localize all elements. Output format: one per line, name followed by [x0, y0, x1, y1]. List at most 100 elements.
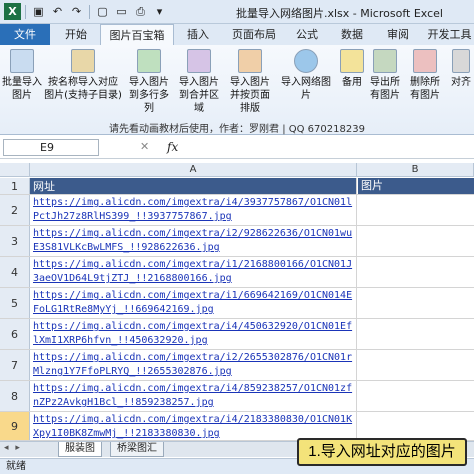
picture-cell[interactable] [357, 195, 474, 225]
redo-icon[interactable]: ↷ [68, 3, 85, 20]
tab-developer[interactable]: 开发工具 [425, 24, 474, 45]
import-by-name-button[interactable]: 按名称导入对应图片(支持子目录) [44, 49, 122, 102]
tab-formulas[interactable]: 公式 [290, 24, 324, 45]
button-label: 导入图片并按页面排版 [230, 77, 270, 114]
button-label: 对齐 [451, 77, 471, 88]
ribbon-author-note: 请先看动画教材后使用，作者：罗刚君 | QQ 670218239 [109, 124, 365, 135]
formula-bar: E9 ✕ fx [0, 137, 474, 159]
quick-access-toolbar: X ▣ ↶ ↷ ▢ ▭ ⎙ ▾ [4, 3, 168, 20]
print-preview-icon[interactable]: ⎙ [132, 3, 149, 20]
customize-qat-icon[interactable]: ▾ [151, 3, 168, 20]
batch-import-button[interactable]: 批量导入图片 [2, 49, 42, 102]
button-label: 导入图片到合并区域 [179, 77, 219, 114]
tab-insert[interactable]: 插入 [180, 24, 216, 45]
sheet-tab-clothing[interactable]: 服装图 [58, 442, 102, 457]
sheet-nav-arrows-icon[interactable]: ◂ ▸ [4, 443, 22, 453]
import-merged-button[interactable]: 导入图片到合并区域 [176, 49, 222, 115]
url-cell[interactable]: https://img.alicdn.com/imgextra/i4/85923… [30, 381, 357, 411]
table-row: 8 https://img.alicdn.com/imgextra/i4/859… [0, 381, 474, 412]
import-multi-rows-button[interactable]: 导入图片到多行多列 [126, 49, 172, 115]
excel-logo-icon[interactable]: X [4, 3, 21, 20]
picture-cell[interactable] [357, 257, 474, 287]
table-row: 3 https://img.alicdn.com/imgextra/i2/928… [0, 226, 474, 257]
insert-function-icon[interactable]: fx [167, 140, 178, 154]
url-cell[interactable]: https://img.alicdn.com/imgextra/i2/92862… [30, 226, 357, 256]
table-row: 7 https://img.alicdn.com/imgextra/i2/265… [0, 350, 474, 381]
button-label: 导出所有图片 [370, 77, 400, 101]
url-cell[interactable]: https://img.alicdn.com/imgextra/i4/21833… [30, 412, 357, 440]
row-number[interactable]: 2 [0, 195, 30, 225]
save-icon[interactable]: ▣ [30, 3, 47, 20]
toolbar-separator [25, 4, 26, 19]
plus-icon [340, 49, 364, 73]
header-cell-url[interactable]: 网址 [30, 178, 357, 194]
url-cell[interactable]: https://img.alicdn.com/imgextra/i4/45063… [30, 319, 357, 349]
tab-picture-toolbox[interactable]: 图片百宝箱 [100, 24, 174, 45]
spare-button[interactable]: 备用 [340, 49, 364, 89]
cancel-icon[interactable]: ✕ [140, 140, 149, 153]
import-web-pictures-button[interactable]: 导入网络图片 [278, 49, 334, 102]
export-pictures-button[interactable]: 导出所有图片 [370, 49, 400, 102]
page-layout-icon [238, 49, 262, 73]
merge-picture-icon [187, 49, 211, 73]
select-all-corner[interactable] [0, 163, 30, 177]
picture-cell[interactable] [357, 226, 474, 256]
url-cell[interactable]: https://img.alicdn.com/imgextra/i2/26553… [30, 350, 357, 380]
row-number[interactable]: 4 [0, 257, 30, 287]
open-folder-icon[interactable]: ▭ [113, 3, 130, 20]
sheet-tab-bridge[interactable]: 桥梁图汇 [110, 442, 164, 457]
tab-home[interactable]: 开始 [55, 24, 97, 45]
picture-cell[interactable] [357, 412, 474, 440]
picture-cell[interactable] [357, 381, 474, 411]
tab-file[interactable]: 文件 [0, 24, 50, 45]
button-label: 删除所有图片 [410, 77, 440, 101]
name-box[interactable]: E9 [3, 139, 99, 156]
table-header-row: 1 网址 图片 [0, 178, 474, 195]
new-file-icon[interactable]: ▢ [94, 3, 111, 20]
ribbon-panel: 批量导入图片 按名称导入对应图片(支持子目录) 导入图片到多行多列 导入图片到合… [0, 45, 474, 135]
ribbon-tabs: 文件 开始 图片百宝箱 插入 页面布局 公式 数据 审阅 开发工具 [0, 24, 474, 45]
table-row: 2 https://img.alicdn.com/imgextra/i4/393… [0, 195, 474, 226]
import-layout-button[interactable]: 导入图片并按页面排版 [226, 49, 274, 115]
row-number[interactable]: 3 [0, 226, 30, 256]
tab-page-layout[interactable]: 页面布局 [225, 24, 283, 45]
picture-cell[interactable] [357, 319, 474, 349]
button-label: 导入网络图片 [281, 77, 331, 101]
column-header-b[interactable]: B [357, 163, 474, 177]
align-icon [452, 49, 470, 73]
table-row: 4 https://img.alicdn.com/imgextra/i1/216… [0, 257, 474, 288]
globe-icon [294, 49, 318, 73]
url-cell[interactable]: https://img.alicdn.com/imgextra/i4/39377… [30, 195, 357, 225]
table-row: 5 https://img.alicdn.com/imgextra/i1/669… [0, 288, 474, 319]
url-cell[interactable]: https://img.alicdn.com/imgextra/i1/21688… [30, 257, 357, 287]
button-label: 按名称导入对应图片(支持子目录) [44, 77, 122, 101]
row-number[interactable]: 1 [0, 178, 30, 194]
undo-icon[interactable]: ↶ [49, 3, 66, 20]
picture-cell[interactable] [357, 288, 474, 318]
column-header-a[interactable]: A [30, 163, 357, 177]
row-number[interactable]: 8 [0, 381, 30, 411]
row-number[interactable]: 5 [0, 288, 30, 318]
delete-pictures-button[interactable]: 删除所有图片 [406, 49, 444, 102]
tab-data[interactable]: 数据 [333, 24, 371, 45]
button-label: 批量导入图片 [2, 77, 42, 101]
tab-review[interactable]: 审阅 [380, 24, 416, 45]
button-label: 备用 [342, 77, 362, 88]
url-cell[interactable]: https://img.alicdn.com/imgextra/i1/66964… [30, 288, 357, 318]
export-icon [373, 49, 397, 73]
window-title: 批量导入网络图片.xlsx - Microsoft Excel [236, 7, 443, 20]
picture-cell[interactable] [357, 350, 474, 380]
status-text: 就绪 [6, 461, 26, 472]
align-button[interactable]: 对齐 [450, 49, 472, 89]
row-number[interactable]: 9 [0, 412, 30, 440]
table-row: 6 https://img.alicdn.com/imgextra/i4/450… [0, 319, 474, 350]
grid-picture-icon [137, 49, 161, 73]
name-match-icon [71, 49, 95, 73]
table-row: 9 https://img.alicdn.com/imgextra/i4/218… [0, 412, 474, 441]
tutorial-callout: 1.导入网址对应的图片 [297, 438, 467, 466]
header-cell-picture[interactable]: 图片 [357, 178, 474, 194]
picture-stack-icon [10, 49, 34, 73]
row-number[interactable]: 7 [0, 350, 30, 380]
delete-icon [413, 49, 437, 73]
row-number[interactable]: 6 [0, 319, 30, 349]
